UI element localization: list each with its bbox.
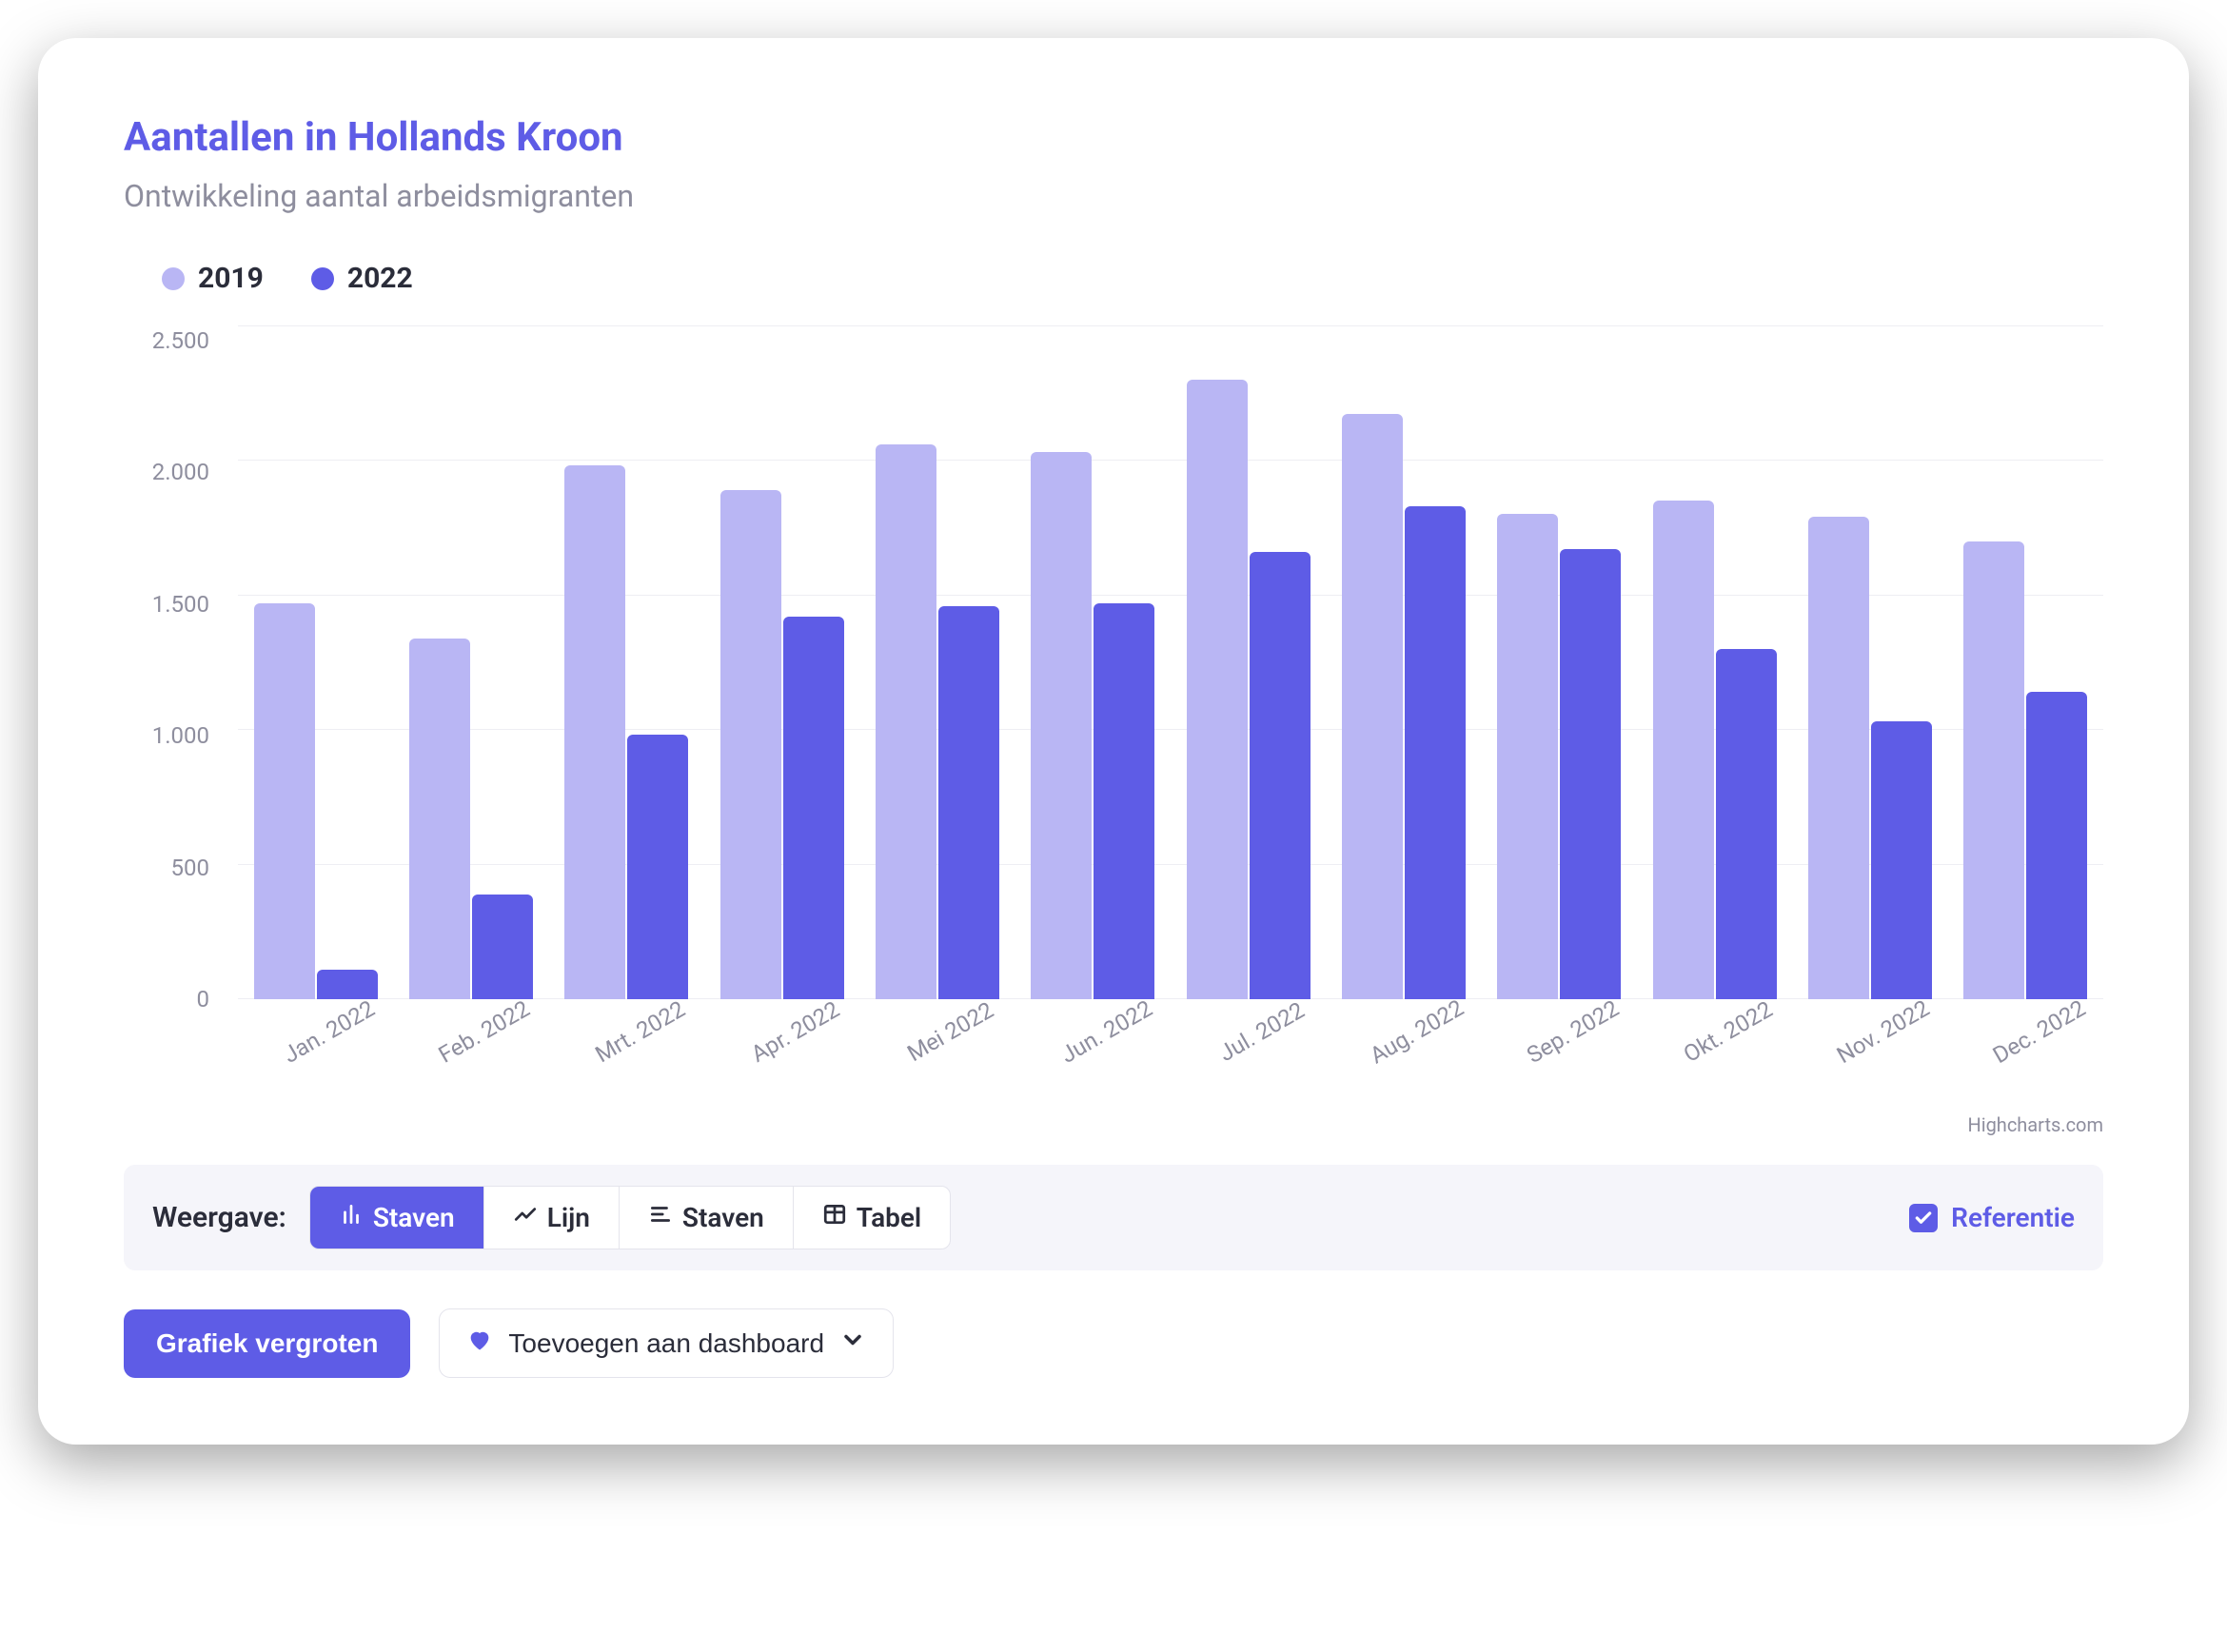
bar-group (859, 325, 1015, 999)
bar[interactable] (1031, 452, 1092, 999)
bar[interactable] (1653, 501, 1714, 999)
bar[interactable] (1250, 552, 1311, 999)
bar[interactable] (409, 639, 470, 999)
view-option-line-chart[interactable]: Lijn (484, 1187, 620, 1249)
legend-label: 2019 (198, 262, 264, 295)
legend-swatch (311, 267, 334, 290)
bar-group (704, 325, 859, 999)
bar[interactable] (1094, 603, 1154, 999)
y-tick: 1.500 (124, 591, 228, 618)
view-option-label: Lijn (547, 1202, 590, 1233)
bar-group (1015, 325, 1171, 999)
bar-group (393, 325, 548, 999)
y-tick: 1.000 (124, 722, 228, 749)
bar[interactable] (783, 617, 844, 999)
bar-group (238, 325, 393, 999)
legend-label: 2022 (347, 262, 413, 295)
bar[interactable] (2026, 692, 2087, 999)
heart-icon (466, 1327, 493, 1360)
add-to-dashboard-label: Toevoegen aan dashboard (508, 1328, 824, 1359)
y-axis: 2.5002.0001.5001.0005000 (124, 314, 228, 999)
bar-group (1948, 325, 2103, 999)
toolbar-label: Weergave: (152, 1201, 286, 1234)
bar-group (1482, 325, 1637, 999)
card-title: Aantallen in Hollands Kroon (124, 114, 2103, 161)
view-option-bar-chart[interactable]: Staven (310, 1187, 484, 1249)
reference-toggle[interactable]: Referentie (1909, 1202, 2075, 1233)
chart-area: 2.500 2.000 1.500 1.000 500 0 Jan. 2022Feb. 2… (124, 314, 2103, 1094)
chart-credit[interactable]: Highcharts.com (124, 1113, 2103, 1136)
bar[interactable] (720, 490, 781, 999)
bar[interactable] (876, 444, 936, 999)
legend-item[interactable]: 2022 (311, 262, 413, 295)
checkbox-checked-icon (1909, 1204, 1938, 1232)
y-tick: 500 (124, 855, 228, 881)
bar[interactable] (564, 465, 625, 999)
bar[interactable] (627, 735, 688, 999)
view-option-hbar-chart[interactable]: Staven (620, 1187, 794, 1249)
card-actions: Grafiek vergroten Toevoegen aan dashboar… (124, 1308, 2103, 1378)
y-tick: 0 (124, 986, 228, 1013)
chart-card: Aantallen in Hollands Kroon Ontwikkeling… (38, 38, 2189, 1445)
card-subtitle: Ontwikkeling aantal arbeidsmigranten (124, 178, 2103, 214)
chart-legend: 2019 2022 (124, 262, 2103, 295)
bar-group (1792, 325, 1947, 999)
view-toolbar: Weergave: Staven Lijn Staven Tabel Referent… (124, 1165, 2103, 1270)
line-chart-icon (513, 1202, 538, 1233)
plot-area (238, 325, 2103, 999)
legend-item[interactable]: 2019 (162, 262, 264, 295)
bar[interactable] (1808, 517, 1869, 999)
view-option-label: Staven (682, 1202, 764, 1233)
bar[interactable] (938, 606, 999, 999)
bars-container (238, 325, 2103, 999)
add-to-dashboard-button[interactable]: Toevoegen aan dashboard (439, 1308, 894, 1378)
bar[interactable] (1560, 549, 1621, 999)
bar[interactable] (254, 603, 315, 999)
view-option-label: Staven (373, 1202, 455, 1233)
bar-group (1326, 325, 1481, 999)
bar-chart-icon (339, 1202, 364, 1233)
x-axis: Jan. 2022Feb. 2022Mrt. 2022Apr. 2022Mei … (238, 1009, 2103, 1094)
view-option-table[interactable]: Tabel (794, 1187, 950, 1249)
bar[interactable] (1871, 721, 1932, 999)
enlarge-chart-button[interactable]: Grafiek vergroten (124, 1309, 410, 1378)
bar-group (1637, 325, 1792, 999)
chevron-down-icon (839, 1327, 866, 1360)
bar-group (549, 325, 704, 999)
view-option-label: Tabel (857, 1202, 921, 1233)
hbar-chart-icon (648, 1202, 673, 1233)
y-tick: 2.500 (124, 327, 228, 354)
bar[interactable] (1405, 506, 1466, 999)
bar[interactable] (1187, 380, 1248, 999)
bar-group (1171, 325, 1326, 999)
y-tick: 2.000 (124, 459, 228, 485)
bar[interactable] (1342, 414, 1403, 999)
view-segmented-control: Staven Lijn Staven Tabel (309, 1186, 951, 1249)
bar[interactable] (1716, 649, 1777, 999)
reference-label: Referentie (1951, 1202, 2075, 1233)
legend-swatch (162, 267, 185, 290)
bar[interactable] (1497, 514, 1558, 999)
bar[interactable] (1963, 541, 2024, 999)
table-icon (822, 1202, 847, 1233)
